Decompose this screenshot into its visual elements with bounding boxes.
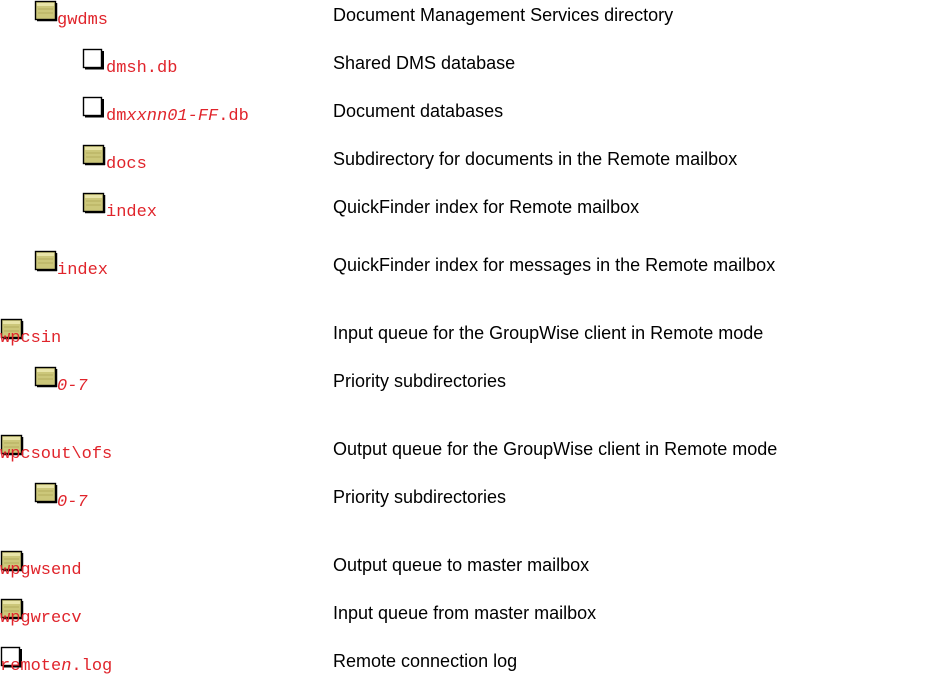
entry-name[interactable]: wpgwrecv xyxy=(0,608,82,630)
entry-name-part: xxnn01-FF xyxy=(126,107,219,126)
file-icon xyxy=(82,96,106,118)
entry-name[interactable]: index xyxy=(57,260,108,282)
entry-name[interactable]: dmxxnn01-FF.db xyxy=(106,106,249,128)
entry-name[interactable]: 0-7 xyxy=(57,376,88,398)
tree-row: dmxxnn01-FF.db Document databases xyxy=(0,96,927,130)
entry-name-part: wpcsin xyxy=(0,329,62,348)
entry-name-part: dmsh.db xyxy=(106,59,178,78)
folder-icon xyxy=(34,366,58,388)
entry-name[interactable]: wpgwsend xyxy=(0,560,82,582)
entry-name-part: index xyxy=(57,261,109,280)
tree-row: wpgwrecv Input queue from master mailbox xyxy=(0,598,927,632)
entry-description: Document Management Services directory xyxy=(333,5,674,25)
entry-description: QuickFinder index for Remote mailbox xyxy=(333,197,640,217)
entry-description: Input queue from master mailbox xyxy=(333,603,597,623)
entry-name[interactable]: wpcsin xyxy=(0,328,61,350)
entry-name-part: .log xyxy=(71,657,113,676)
entry-name-part: 0-7 xyxy=(57,377,88,396)
entry-name-part: dm xyxy=(106,107,127,126)
tree-row: index QuickFinder index for Remote mailbo… xyxy=(0,192,927,226)
entry-name-part: wpgwrecv xyxy=(0,609,82,628)
tree-row: gwdms Document Management Services direct… xyxy=(0,0,927,34)
folder-icon xyxy=(34,482,58,504)
entry-name[interactable]: 0-7 xyxy=(57,492,88,514)
tree-row: 0-7 Priority subdirectories xyxy=(0,482,927,516)
entry-description: Output queue for the GroupWise client in… xyxy=(333,439,778,459)
entry-description: Document databases xyxy=(333,101,504,121)
tree-row: remoten.log Remote connection log xyxy=(0,646,927,680)
entry-description: Priority subdirectories xyxy=(333,371,507,391)
folder-icon xyxy=(82,144,106,166)
tree-row: wpgwsend Output queue to master mailbox xyxy=(0,550,927,584)
entry-name[interactable]: remoten.log xyxy=(0,656,112,678)
entry-description: Priority subdirectories xyxy=(333,487,507,507)
tree-row: dmsh.db Shared DMS database xyxy=(0,48,927,82)
entry-name-part: index xyxy=(106,203,158,222)
entry-name-part: n xyxy=(61,657,72,676)
folder-icon xyxy=(34,250,58,272)
entry-description: Input queue for the GroupWise client in … xyxy=(333,323,764,343)
entry-description: QuickFinder index for messages in the Re… xyxy=(333,255,776,275)
entry-name-part: remote xyxy=(0,657,62,676)
entry-name[interactable]: docs xyxy=(106,154,147,176)
entry-name-part: wpcsout\ofs xyxy=(0,445,113,464)
entry-description: Shared DMS database xyxy=(333,53,516,73)
entry-name[interactable]: index xyxy=(106,202,157,224)
entry-name[interactable]: dmsh.db xyxy=(106,58,177,80)
entry-name-part: wpgwsend xyxy=(0,561,82,580)
folder-icon xyxy=(82,192,106,214)
tree-row: docs Subdirectory for documents in the Re… xyxy=(0,144,927,178)
file-icon xyxy=(82,48,106,70)
entry-name-part: gwdms xyxy=(57,11,109,30)
entry-name[interactable]: gwdms xyxy=(57,10,108,32)
entry-name[interactable]: wpcsout\ofs xyxy=(0,444,112,466)
entry-description: Output queue to master mailbox xyxy=(333,555,590,575)
entry-name-part: .db xyxy=(218,107,249,126)
entry-name-part: 0-7 xyxy=(57,493,88,512)
tree-row: index QuickFinder index for messages in t… xyxy=(0,250,927,284)
entry-name-part: docs xyxy=(106,155,147,174)
entry-description: Remote connection log xyxy=(333,651,518,671)
folder-icon xyxy=(34,0,58,22)
entry-description: Subdirectory for documents in the Remote… xyxy=(333,149,738,169)
tree-row: 0-7 Priority subdirectories xyxy=(0,366,927,400)
tree-row: wpcsout\ofs Output queue for the GroupWis… xyxy=(0,434,927,468)
tree-row: wpcsin Input queue for the GroupWise clie… xyxy=(0,318,927,352)
